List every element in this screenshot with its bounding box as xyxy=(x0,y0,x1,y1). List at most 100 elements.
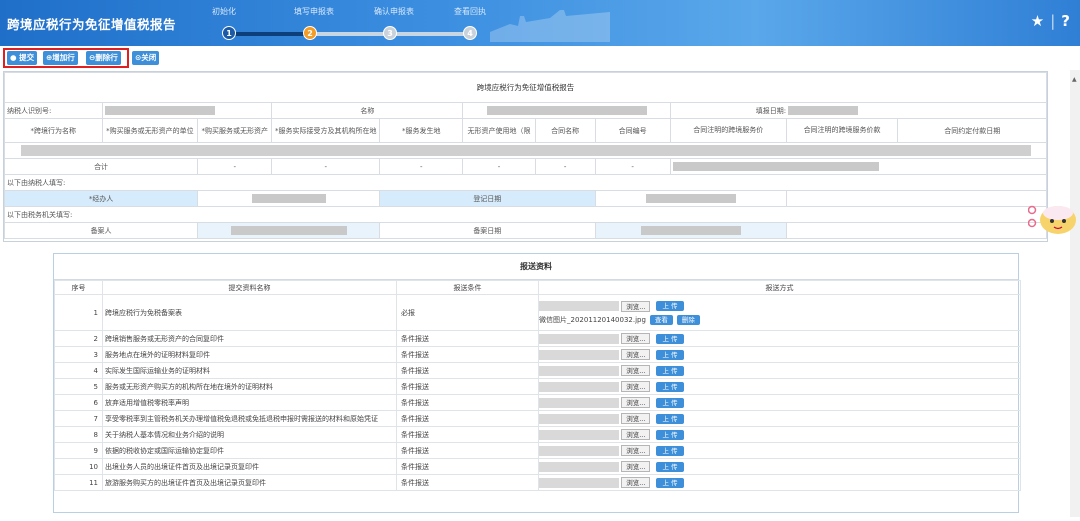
recorder-label: 备案人 xyxy=(3,222,199,239)
upload-cell: 浏览... 上 传 xyxy=(538,346,1021,363)
upload-button[interactable]: 上 传 xyxy=(656,413,684,424)
browse-button[interactable]: 浏览... xyxy=(621,461,651,472)
file-path-input[interactable] xyxy=(539,413,619,424)
col-header-4: *服务实际接受方及其机构所在地 xyxy=(271,118,381,143)
close-button[interactable]: ⊙关闭 xyxy=(132,51,160,65)
help-icon[interactable]: ? xyxy=(1061,12,1070,30)
file-path-input[interactable] xyxy=(539,429,619,440)
row-doc-name: 旅游服务购买方的出境证件首页及出境记录页复印件 xyxy=(102,474,397,491)
upload-button[interactable]: 上 传 xyxy=(656,397,684,408)
row-no: 3 xyxy=(54,346,103,363)
file-path-input[interactable] xyxy=(539,333,619,344)
submit-label: 提交 xyxy=(19,53,35,62)
row-condition: 必报 xyxy=(396,294,539,331)
row-condition: 条件报送 xyxy=(396,362,539,379)
browse-button[interactable]: 浏览... xyxy=(621,349,651,360)
browse-button[interactable]: 浏览... xyxy=(621,381,651,392)
upload-button[interactable]: 上 传 xyxy=(656,365,684,376)
row-condition: 条件报送 xyxy=(396,426,539,443)
browse-button[interactable]: 浏览... xyxy=(621,365,651,376)
col-name-header: 提交资料名称 xyxy=(102,280,397,295)
row-condition: 条件报送 xyxy=(396,378,539,395)
file-path-input[interactable] xyxy=(539,365,619,376)
browse-button[interactable]: 浏览... xyxy=(621,477,651,488)
documents-title: 报送资料 xyxy=(54,254,1018,280)
row-no: 10 xyxy=(54,458,103,475)
delete-file-button[interactable]: 删除 xyxy=(676,314,700,325)
reg-date-value xyxy=(594,190,787,207)
browse-button[interactable]: 浏览... xyxy=(621,300,651,312)
row-doc-name: 出境业务人员的出境证件首页及出境记录页复印件 xyxy=(102,458,397,475)
upload-cell: 浏览... 上 传 xyxy=(538,426,1021,443)
row-condition: 条件报送 xyxy=(396,474,539,491)
handler-input[interactable] xyxy=(197,190,381,207)
upload-button[interactable]: 上 传 xyxy=(656,445,684,456)
browse-button[interactable]: 浏览... xyxy=(621,333,651,344)
file-path-input[interactable] xyxy=(539,397,619,408)
step-3-circle[interactable]: 3 xyxy=(383,26,397,40)
file-path-input[interactable] xyxy=(539,445,619,456)
upload-button[interactable]: 上 传 xyxy=(656,477,684,488)
scrollbar[interactable]: ▲ xyxy=(1070,70,1080,517)
total-cell: - xyxy=(594,158,671,175)
mascot-icon[interactable] xyxy=(1028,201,1080,237)
row-condition: 条件报送 xyxy=(396,410,539,427)
upload-button[interactable]: 上 传 xyxy=(656,461,684,472)
row-condition: 条件报送 xyxy=(396,458,539,475)
row-no: 2 xyxy=(54,330,103,347)
delete-row-button[interactable]: ⊖删除行 xyxy=(86,51,121,65)
step-label-2: 填写申报表 xyxy=(294,7,334,16)
row-condition: 条件报送 xyxy=(396,346,539,363)
file-path-input[interactable] xyxy=(539,477,619,488)
step-line-1 xyxy=(228,32,314,36)
step-label-4: 查看回执 xyxy=(454,7,486,16)
row-no: 6 xyxy=(54,394,103,411)
data-row[interactable] xyxy=(4,142,1047,159)
row-condition: 条件报送 xyxy=(396,330,539,347)
fill-date-field: 填报日期: xyxy=(669,102,1048,119)
upload-button[interactable]: 上 传 xyxy=(656,349,684,360)
close-label: 关闭 xyxy=(141,53,157,62)
step-2-circle[interactable]: 2 xyxy=(303,26,317,40)
col-no-header: 序号 xyxy=(54,280,103,295)
browse-button[interactable]: 浏览... xyxy=(621,397,651,408)
step-4-circle[interactable]: 4 xyxy=(463,26,477,40)
file-path-input[interactable] xyxy=(539,349,619,360)
browse-button[interactable]: 浏览... xyxy=(621,413,651,424)
row-no: 9 xyxy=(54,442,103,459)
upload-button[interactable]: 上 传 xyxy=(656,301,684,311)
upload-cell: 浏览... 上 传 xyxy=(538,410,1021,427)
file-path-input[interactable] xyxy=(539,301,619,311)
total-cell: - xyxy=(534,158,596,175)
file-path-input[interactable] xyxy=(539,381,619,392)
row-no: 11 xyxy=(54,474,103,491)
row-doc-name: 实际发生国际运输业务的证明材料 xyxy=(102,362,397,379)
browse-button[interactable]: 浏览... xyxy=(621,429,651,440)
upload-cell: 浏览... 上 传 xyxy=(538,394,1021,411)
total-label: 合计 xyxy=(3,158,199,175)
scroll-up-arrow-icon[interactable]: ▲ xyxy=(1072,76,1077,83)
upload-button[interactable]: 上 传 xyxy=(656,381,684,392)
reg-date-label: 登记日期 xyxy=(379,190,596,207)
step-1-circle[interactable]: 1 xyxy=(222,26,236,40)
star-icon[interactable]: ★ xyxy=(1031,12,1044,30)
upload-cell: 浏览... 上 传 xyxy=(538,378,1021,395)
empty-cell xyxy=(785,222,1048,239)
submit-button[interactable]: ● 提交 xyxy=(7,51,38,65)
col-header-6: 无形资产使用地（限 xyxy=(462,118,536,143)
row-doc-name: 放弃适用增值税零税率声明 xyxy=(102,394,397,411)
col-header-10: 合同注明的跨境服务价款 xyxy=(785,118,899,143)
row-no: 4 xyxy=(54,362,103,379)
browse-button[interactable]: 浏览... xyxy=(621,445,651,456)
file-path-input[interactable] xyxy=(539,461,619,472)
view-button[interactable]: 查看 xyxy=(649,314,673,325)
empty-cell xyxy=(785,190,1048,207)
progress-steps: 初始化 填写申报表 确认申报表 查看回执 1 2 3 4 xyxy=(200,6,500,42)
flame-icon: ● xyxy=(10,53,17,62)
taxpayer-id-label: 纳税人识别号: xyxy=(4,102,103,119)
col-header-7: 合同名称 xyxy=(534,118,596,143)
add-row-button[interactable]: ⊕增加行 xyxy=(43,51,78,65)
col-method-header: 报送方式 xyxy=(538,280,1021,295)
upload-button[interactable]: 上 传 xyxy=(656,333,684,344)
upload-button[interactable]: 上 传 xyxy=(656,429,684,440)
